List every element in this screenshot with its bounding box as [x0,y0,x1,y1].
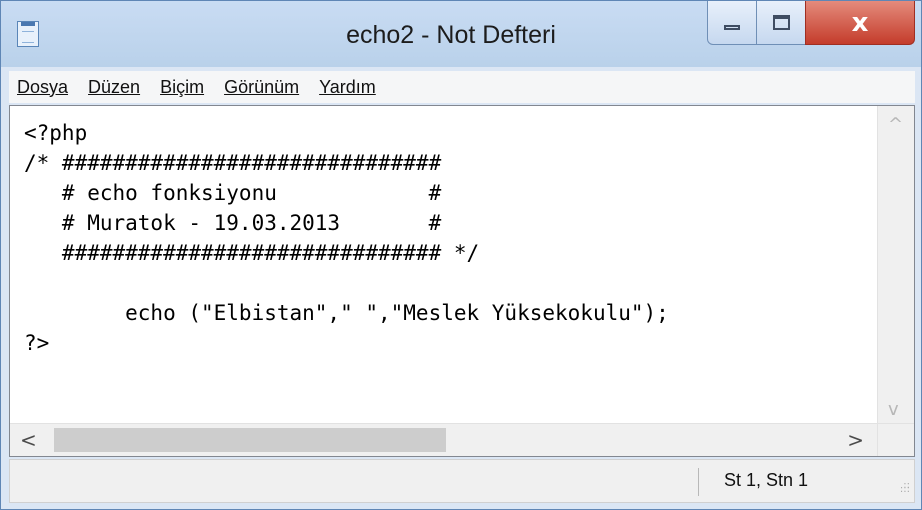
horizontal-scroll-thumb[interactable] [54,428,446,452]
scroll-up-icon[interactable]: ^ [888,114,903,135]
window-title: echo2 - Not Defteri [346,21,556,49]
horizontal-scrollbar[interactable]: < > [10,423,878,456]
resize-grip-icon[interactable]: ::::: [896,481,910,498]
scroll-left-icon[interactable]: < [20,428,37,452]
notepad-window: echo2 - Not Defteri x Dosya Düzen Biçim … [0,0,922,510]
status-divider [698,468,699,496]
minimize-button[interactable] [707,1,757,45]
maximize-button[interactable] [756,1,806,45]
scroll-down-icon[interactable]: v [888,399,899,420]
close-button[interactable]: x [805,1,915,45]
scroll-right-icon[interactable]: > [847,428,864,452]
editor-text[interactable]: <?php /* ############################## … [24,118,860,358]
menu-bar: Dosya Düzen Biçim Görünüm Yardım [9,71,915,103]
vertical-scrollbar[interactable]: ^ v [877,106,914,426]
maximize-icon [772,15,790,30]
menu-format[interactable]: Biçim [160,77,204,98]
menu-file[interactable]: Dosya [17,77,68,98]
scrollbar-corner [877,423,914,456]
menu-help[interactable]: Yardım [319,77,376,98]
notepad-app-icon [17,21,39,47]
menu-view[interactable]: Görünüm [224,77,299,98]
title-bar[interactable]: echo2 - Not Defteri x [1,1,921,67]
cursor-position: St 1, Stn 1 [724,470,809,490]
status-bar: St 1, Stn 1 ::::: [9,459,915,503]
minimize-icon [724,25,740,30]
menu-edit[interactable]: Düzen [88,77,140,98]
close-icon: x [851,7,869,38]
text-editor[interactable]: <?php /* ############################## … [9,105,915,457]
